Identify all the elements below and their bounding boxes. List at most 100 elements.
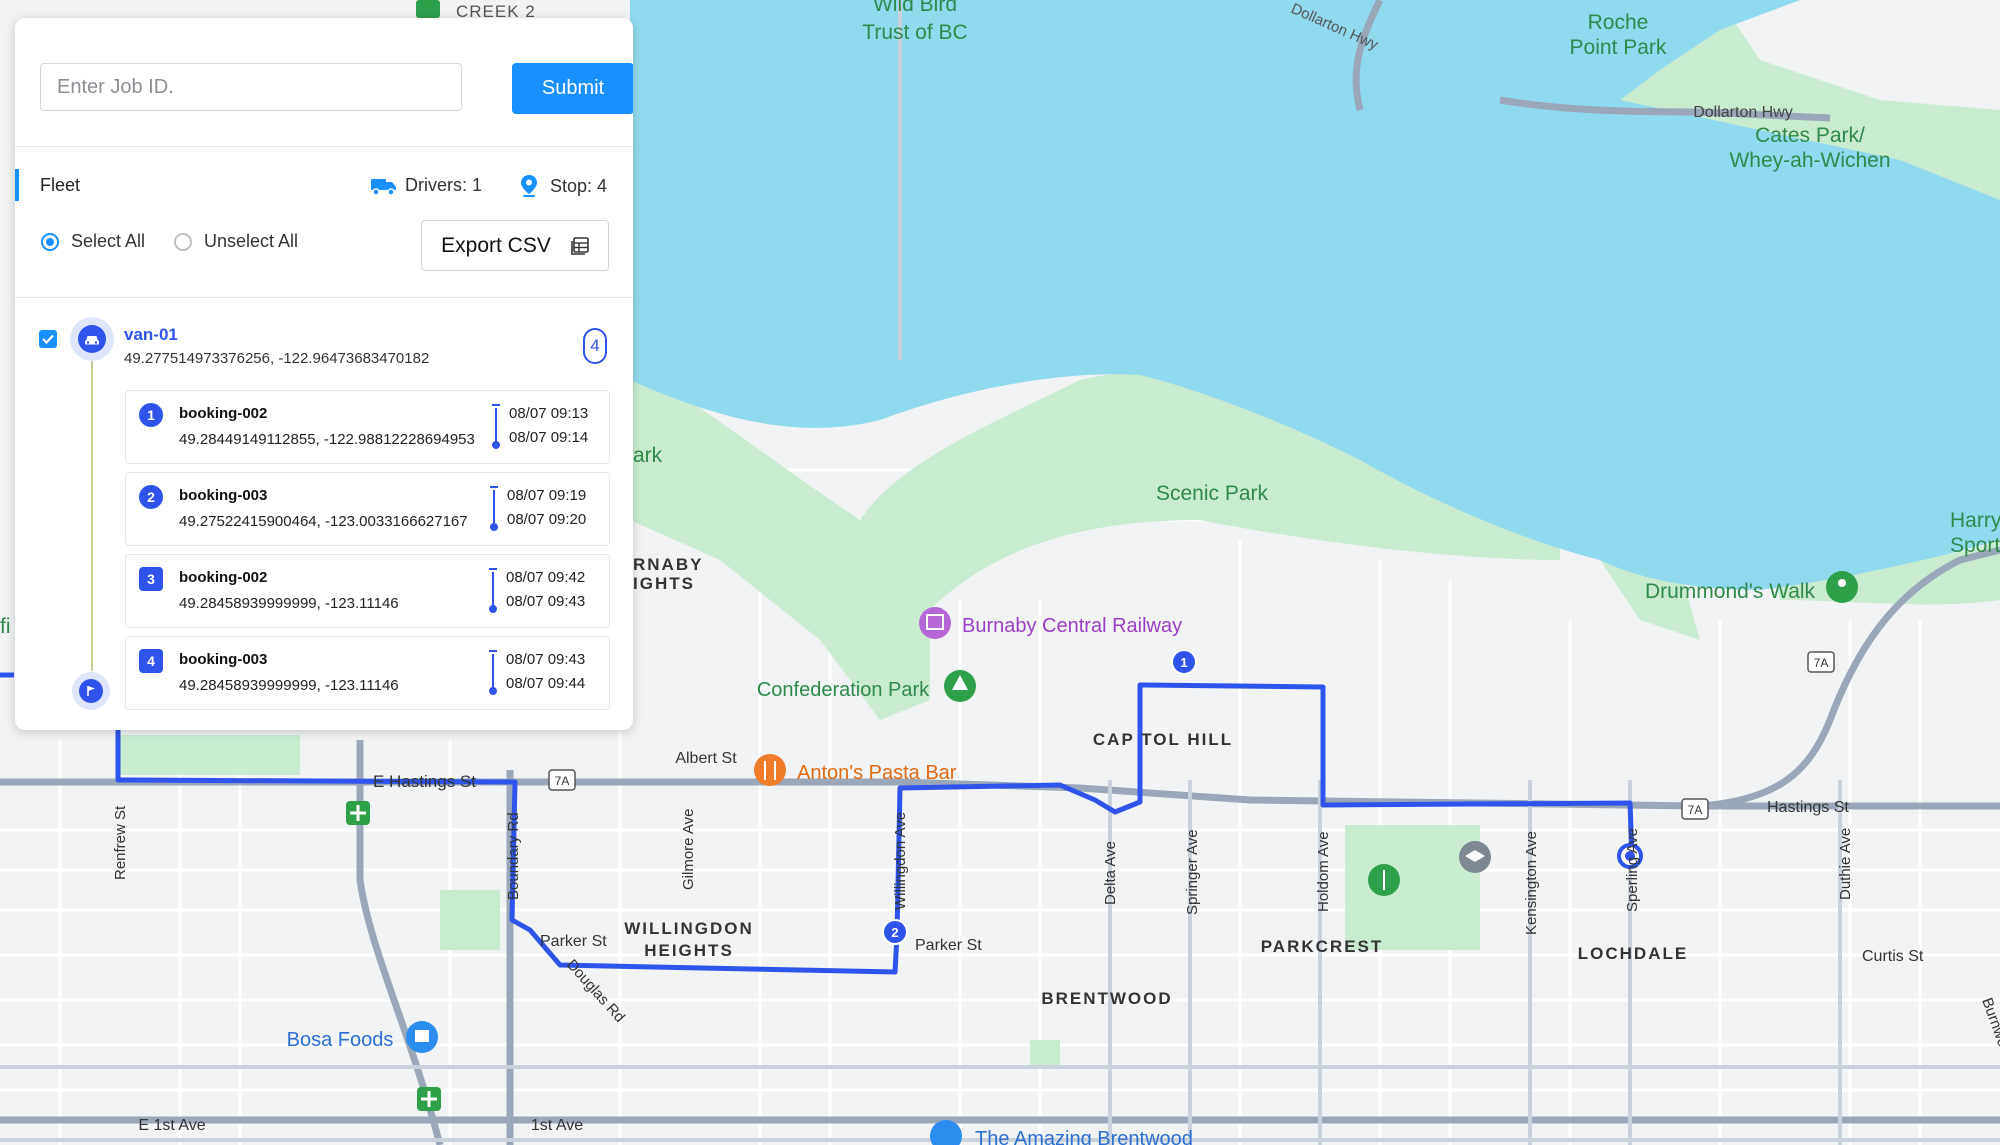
- hwy-7a-label-2: 7A: [1814, 656, 1829, 670]
- bosa-foods-pin[interactable]: [406, 1021, 438, 1053]
- label-antons-pasta-bar: Anton's Pasta Bar: [797, 762, 957, 784]
- timeline-line: [91, 361, 93, 671]
- label-sperling-ave: Sperling Ave: [1624, 828, 1641, 912]
- route-marker-1-label: 1: [1180, 655, 1187, 670]
- burnaby-central-railway-pin[interactable]: [919, 607, 951, 639]
- confederation-park-pin[interactable]: [944, 670, 976, 702]
- unselect-all-radio-dot[interactable]: [174, 232, 192, 251]
- stop-arrive-3: 08/07 09:42: [506, 569, 586, 586]
- stop-coords-2: 49.27522415900464, -123.0033166627167: [179, 513, 468, 530]
- label-parker-st-2: Parker St: [915, 937, 982, 954]
- label-confederation-park: Confederation Park: [757, 679, 930, 701]
- route-marker-2-label: 2: [891, 925, 898, 940]
- stop-coords-4: 49.28458939999999, -123.11146: [179, 677, 399, 694]
- stop-card-4[interactable]: 4 booking-003 49.28458939999999, -123.11…: [125, 636, 610, 710]
- label-curtis-st: Curtis St: [1862, 948, 1924, 965]
- hospital-pin-3: [417, 1087, 441, 1111]
- stop-booking-2: booking-003: [179, 487, 268, 504]
- stop-coords-1: 49.28449149112855, -122.98812228694953: [179, 431, 475, 448]
- truck-icon: [371, 178, 396, 195]
- stop-number-2: 2: [139, 485, 163, 509]
- vehicle-name[interactable]: van-01: [124, 325, 178, 345]
- label-boundary-rd: Boundary Rd: [505, 812, 522, 900]
- label-amazing-brentwood: The Amazing Brentwood: [975, 1128, 1193, 1145]
- spreadsheet-icon: [571, 236, 589, 255]
- flag-icon: [87, 686, 95, 696]
- vehicle-checkbox[interactable]: [39, 330, 57, 348]
- divider-mid: [15, 297, 633, 298]
- time-connector-1: [492, 404, 500, 449]
- label-harry-2: Sports: [1950, 534, 2000, 557]
- label-willingdon-heights-2: HEIGHTS: [644, 941, 734, 960]
- label-kensington-ave: Kensington Ave: [1523, 831, 1540, 935]
- stop-arrive-1: 08/07 09:13: [509, 405, 589, 422]
- label-1st-ave: 1st Ave: [531, 1117, 583, 1134]
- time-connector-3: [489, 568, 497, 613]
- vehicle-coords: 49.277514973376256, -122.96473683470182: [124, 350, 430, 367]
- stop-card-1[interactable]: 1 booking-002 49.28449149112855, -122.98…: [125, 390, 610, 464]
- export-csv-label: Export CSV: [441, 233, 551, 257]
- unselect-all-label: Unselect All: [204, 231, 299, 251]
- label-renfrew-st: Renfrew St: [112, 805, 129, 880]
- label-fi-edge: fi: [0, 615, 11, 638]
- hwy-7a-shield-2: 7A: [1807, 651, 1835, 673]
- label-roche-2: Point Park: [1570, 36, 1667, 59]
- stop-number-3: 3: [139, 567, 163, 591]
- route-marker-2[interactable]: 2: [882, 919, 908, 945]
- label-wild-bird-2: Trust of BC: [862, 21, 967, 44]
- hwy-7a-label-1: 7A: [555, 774, 570, 788]
- hwy-7a-shield-1: 7A: [548, 769, 576, 791]
- label-e-hastings-st: E Hastings St: [373, 772, 476, 791]
- vehicle-stop-count-badge: 4: [583, 328, 607, 364]
- stop-card-2[interactable]: 2 booking-003 49.27522415900464, -123.00…: [125, 472, 610, 546]
- label-springer-ave: Springer Ave: [1184, 829, 1201, 915]
- label-park-edge: ark: [633, 444, 663, 467]
- label-brentwood: BRENTWOOD: [1041, 989, 1172, 1008]
- label-harry-1: Harry J: [1950, 509, 2000, 532]
- drivers-count: Drivers: 1: [371, 175, 482, 196]
- select-all-label: Select All: [71, 231, 146, 251]
- label-burnaby-heights-1: RNABY: [633, 555, 703, 574]
- stops-count: Stop: 4: [521, 175, 607, 197]
- label-cates-1: Cates Park/: [1755, 124, 1865, 147]
- golf-pin[interactable]: [1368, 864, 1400, 896]
- route-marker-1[interactable]: 1: [1171, 649, 1197, 675]
- fleet-accent-bar: [15, 169, 19, 201]
- label-duthie-ave: Duthie Ave: [1837, 828, 1854, 900]
- stop-arrive-4: 08/07 09:43: [506, 651, 586, 668]
- antons-pasta-bar-pin[interactable]: [754, 754, 786, 786]
- stop-arrive-2: 08/07 09:19: [507, 487, 587, 504]
- location-pin-icon: [521, 175, 537, 197]
- hospital-pin-2: [346, 801, 370, 825]
- vehicle-avatar: [70, 317, 114, 361]
- stop-depart-4: 08/07 09:44: [506, 675, 586, 692]
- label-dollarton: Dollarton Hwy: [1693, 104, 1793, 121]
- label-roche-1: Roche: [1588, 11, 1649, 34]
- unselect-all-radio[interactable]: Unselect All: [174, 231, 298, 252]
- label-lochdale: LOCHDALE: [1578, 944, 1688, 963]
- stop-number-1: 1: [139, 403, 163, 427]
- job-id-input[interactable]: [40, 63, 462, 111]
- route-panel: Submit Fleet Drivers: 1 Stop: 4 Select A…: [15, 18, 633, 730]
- stop-depart-3: 08/07 09:43: [506, 593, 586, 610]
- label-parker-st-1: Parker St: [540, 933, 607, 950]
- label-parkcrest: PARKCREST: [1261, 937, 1384, 956]
- drummonds-walk-pin[interactable]: [1826, 571, 1858, 603]
- select-all-radio-dot[interactable]: [41, 232, 59, 251]
- stop-card-3[interactable]: 3 booking-002 49.28458939999999, -123.11…: [125, 554, 610, 628]
- label-burnaby-central-railway: Burnaby Central Railway: [962, 615, 1182, 637]
- submit-button[interactable]: Submit: [512, 63, 633, 114]
- label-capitol-hill: CAP TOL HILL: [1093, 730, 1233, 749]
- time-connector-2: [490, 486, 498, 531]
- route-end-marker: [72, 672, 110, 710]
- school-pin[interactable]: [1459, 841, 1491, 873]
- label-burnaby-heights-2: IGHTS: [633, 574, 695, 593]
- label-cates-2: Whey-ah-Wichen: [1729, 149, 1890, 172]
- label-e-1st-ave: E 1st Ave: [138, 1117, 205, 1134]
- export-csv-button[interactable]: Export CSV: [421, 220, 609, 271]
- hwy-7a-label-3: 7A: [1688, 803, 1703, 817]
- label-scenic-park: Scenic Park: [1156, 482, 1269, 505]
- stop-depart-1: 08/07 09:14: [509, 429, 589, 446]
- select-all-radio[interactable]: Select All: [41, 231, 145, 252]
- label-bosa-foods: Bosa Foods: [287, 1029, 394, 1051]
